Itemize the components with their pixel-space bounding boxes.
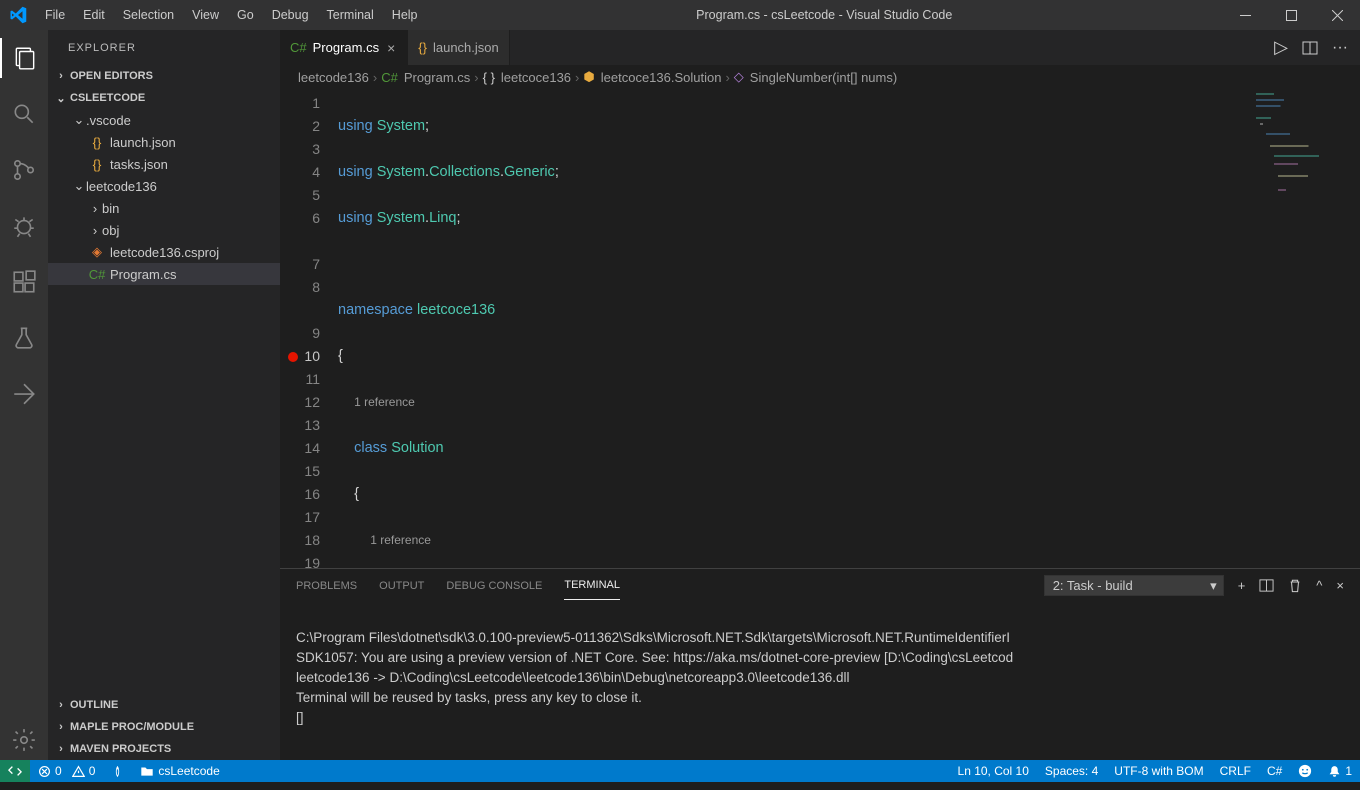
folder-bin[interactable]: ›bin — [48, 197, 280, 219]
window-title: Program.cs - csLeetcode - Visual Studio … — [427, 8, 1222, 22]
extensions-icon[interactable] — [0, 262, 48, 302]
status-cursor-pos[interactable]: Ln 10, Col 10 — [950, 760, 1037, 782]
status-lang[interactable]: C# — [1259, 760, 1290, 782]
panel-tab-output[interactable]: OUTPUT — [379, 572, 424, 600]
status-notifications[interactable]: 1 — [1320, 760, 1360, 782]
explorer-icon[interactable] — [0, 38, 48, 78]
panel-tab-terminal[interactable]: TERMINAL — [564, 571, 620, 600]
run-icon[interactable]: ▷ — [1274, 37, 1288, 58]
panel-tab-debug-console[interactable]: DEBUG CONSOLE — [446, 572, 542, 600]
menu-help[interactable]: Help — [383, 0, 427, 30]
csharp-icon: C# — [290, 40, 307, 55]
kill-terminal-icon[interactable] — [1288, 578, 1302, 593]
panel-tab-problems[interactable]: PROBLEMS — [296, 572, 357, 600]
status-spaces[interactable]: Spaces: 4 — [1037, 760, 1106, 782]
bottom-panel: PROBLEMS OUTPUT DEBUG CONSOLE TERMINAL 2… — [280, 568, 1360, 760]
folder-leetcode136[interactable]: ⌄leetcode136 — [48, 175, 280, 197]
explorer-sidebar: EXPLORER ›OPEN EDITORS ⌄CSLEETCODE ⌄.vsc… — [48, 30, 280, 760]
maximize-panel-icon[interactable]: ^ — [1316, 578, 1322, 593]
file-program-cs[interactable]: C#Program.cs — [48, 263, 280, 285]
more-actions-icon[interactable]: ··· — [1332, 39, 1348, 57]
split-editor-icon[interactable] — [1302, 40, 1318, 56]
debug-icon[interactable] — [0, 206, 48, 246]
status-eol[interactable]: CRLF — [1212, 760, 1259, 782]
terminal-output[interactable]: C:\Program Files\dotnet\sdk\3.0.100-prev… — [280, 602, 1360, 760]
minimize-button[interactable] — [1222, 0, 1268, 30]
split-terminal-icon[interactable] — [1259, 578, 1274, 593]
tab-label: launch.json — [433, 40, 499, 55]
remote-indicator[interactable] — [0, 760, 30, 782]
new-terminal-icon[interactable]: + — [1238, 578, 1246, 593]
menu-debug[interactable]: Debug — [263, 0, 318, 30]
menu-selection[interactable]: Selection — [114, 0, 183, 30]
explorer-title: EXPLORER — [48, 30, 280, 65]
file-launch-json[interactable]: {}launch.json — [48, 131, 280, 153]
menu-file[interactable]: File — [36, 0, 74, 30]
minimap[interactable] — [1256, 89, 1346, 209]
status-encoding[interactable]: UTF-8 with BOM — [1106, 760, 1211, 782]
line-gutter: 123456 78 9 10 11121314151617181920 — [280, 89, 338, 568]
main-menu: File Edit Selection View Go Debug Termin… — [36, 0, 427, 30]
test-icon[interactable] — [0, 318, 48, 358]
breadcrumb[interactable]: leetcode136› C#Program.cs› { }leetcoce13… — [280, 65, 1360, 89]
status-feedback-icon[interactable] — [1290, 760, 1320, 782]
menu-terminal[interactable]: Terminal — [318, 0, 383, 30]
close-panel-icon[interactable]: × — [1336, 578, 1344, 593]
editor-tabs: C# Program.cs × {} launch.json ▷ ··· — [280, 30, 1360, 65]
file-tasks-json[interactable]: {}tasks.json — [48, 153, 280, 175]
tab-launch-json[interactable]: {} launch.json — [408, 30, 509, 65]
tab-close-icon[interactable]: × — [385, 40, 397, 56]
json-icon: {} — [418, 40, 427, 55]
activity-bar — [0, 30, 48, 760]
search-icon[interactable] — [0, 94, 48, 134]
breakpoint-icon[interactable] — [288, 352, 298, 362]
project-section[interactable]: ⌄CSLEETCODE — [48, 87, 280, 109]
file-csproj[interactable]: ◈leetcode136.csproj — [48, 241, 280, 263]
tab-program-cs[interactable]: C# Program.cs × — [280, 30, 408, 65]
references-icon[interactable] — [0, 374, 48, 414]
status-omnisharp[interactable] — [103, 760, 132, 782]
outline-section[interactable]: ›OUTLINE — [48, 694, 280, 716]
menu-edit[interactable]: Edit — [74, 0, 114, 30]
settings-gear-icon[interactable] — [0, 720, 48, 760]
menu-go[interactable]: Go — [228, 0, 263, 30]
maple-section[interactable]: ›MAPLE PROC/MODULE — [48, 716, 280, 738]
folder-vscode[interactable]: ⌄.vscode — [48, 109, 280, 131]
code-content[interactable]: using System; using System.Collections.G… — [338, 89, 1360, 568]
close-button[interactable] — [1314, 0, 1360, 30]
code-editor[interactable]: 123456 78 9 10 11121314151617181920 usin… — [280, 89, 1360, 568]
terminal-selector[interactable]: 2: Task - build — [1044, 575, 1224, 596]
menu-view[interactable]: View — [183, 0, 228, 30]
maximize-button[interactable] — [1268, 0, 1314, 30]
tab-label: Program.cs — [313, 40, 379, 55]
source-control-icon[interactable] — [0, 150, 48, 190]
status-warnings[interactable]: 0 — [70, 760, 104, 782]
status-bar: 0 0 csLeetcode Ln 10, Col 10 Spaces: 4 U… — [0, 760, 1360, 782]
open-editors-section[interactable]: ›OPEN EDITORS — [48, 65, 280, 87]
status-folder[interactable]: csLeetcode — [132, 760, 227, 782]
vscode-logo — [0, 6, 36, 24]
status-errors[interactable]: 0 — [30, 760, 70, 782]
folder-obj[interactable]: ›obj — [48, 219, 280, 241]
maven-section[interactable]: ›MAVEN PROJECTS — [48, 738, 280, 760]
